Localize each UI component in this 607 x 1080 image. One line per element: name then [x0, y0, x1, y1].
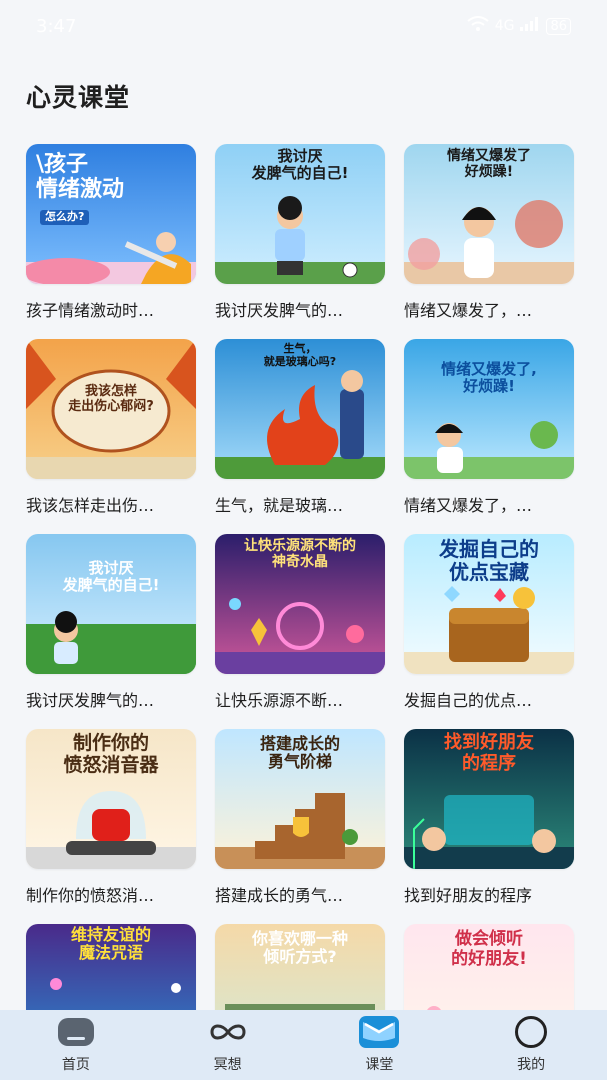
course-card[interactable]: \孩子 情绪激动 怎么办? 孩子情绪激动时… [26, 144, 196, 339]
course-title: 情绪又爆发了，… [404, 496, 533, 515]
course-card[interactable]: 让快乐源源不断的 神奇水晶让快乐源源不断… [215, 534, 385, 729]
course-title: 发掘自己的优点… [404, 691, 533, 710]
tab-meditation[interactable]: 冥想 [168, 1016, 288, 1074]
tab-profile[interactable]: 我的 [471, 1016, 591, 1074]
page-title: 心灵课堂 [26, 83, 131, 112]
course-title: 我讨厌发脾气的… [26, 691, 155, 710]
course-card[interactable]: 搭建成长的 勇气阶梯搭建成长的勇气… [215, 729, 385, 924]
tab-home[interactable]: 首页 [16, 1016, 136, 1074]
boy-soccer-illustration [215, 144, 385, 284]
course-thumbnail: 找到好朋友 的程序 [404, 729, 574, 869]
network-label: 4G [494, 18, 515, 34]
wifi-icon [467, 16, 489, 36]
girl-garden-illustration [404, 339, 574, 479]
autumn-leaves-illustration [26, 339, 196, 479]
status-indicators: 4G 86 [467, 16, 571, 36]
tab-meditation-label: 冥想 [213, 1057, 242, 1073]
course-grid: \孩子 情绪激动 怎么办? 孩子情绪激动时… 我讨厌 发脾气的自己! 我讨厌发脾气的… 情… [26, 144, 578, 1080]
course-thumbnail: 制作你的 愤怒消音器 [26, 729, 196, 869]
status-time: 3:47 [36, 16, 77, 37]
course-card[interactable]: 我该怎样 走出伤心郁闷? 我该怎样走出伤… [26, 339, 196, 534]
course-thumbnail: \孩子 情绪激动 怎么办? [26, 144, 196, 284]
profile-icon [511, 1016, 551, 1048]
course-card[interactable]: 我讨厌 发脾气的自己! 我讨厌发脾气的… [26, 534, 196, 729]
course-card[interactable]: 我讨厌 发脾气的自己! 我讨厌发脾气的… [215, 144, 385, 339]
stairs-shield-illustration [215, 729, 385, 869]
course-card[interactable]: 制作你的 愤怒消音器制作你的愤怒消… [26, 729, 196, 924]
fire-flower-illustration [215, 339, 385, 479]
course-card[interactable]: 情绪又爆发了 好烦躁! 情绪又爆发了，… [404, 144, 574, 339]
status-bar: 3:47 4G 86 [0, 0, 607, 58]
course-thumbnail: 我该怎样 走出伤心郁闷? [26, 339, 196, 479]
course-thumbnail: 让快乐源源不断的 神奇水晶 [215, 534, 385, 674]
course-thumbnail: 情绪又爆发了 好烦躁! [404, 144, 574, 284]
tab-profile-label: 我的 [517, 1057, 546, 1073]
red-siren-illustration [26, 729, 196, 869]
course-title: 让快乐源源不断… [215, 691, 344, 710]
classroom-icon [359, 1016, 400, 1048]
infinity-icon [208, 1016, 248, 1048]
girl-monsters-illustration [404, 144, 574, 284]
course-thumbnail: 发掘自己的 优点宝藏 [404, 534, 574, 674]
course-title: 我该怎样走出伤… [26, 496, 155, 515]
course-card[interactable]: 找到好朋友 的程序找到好朋友的程序 [404, 729, 574, 924]
course-title: 制作你的愤怒消… [26, 886, 155, 905]
bottom-tab-bar: 首页 冥想 课堂 我的 [0, 1010, 607, 1080]
course-card[interactable]: 发掘自己的 优点宝藏发掘自己的优点… [404, 534, 574, 729]
course-thumbnail: 生气， 就是玻璃心吗? [215, 339, 385, 479]
kids-computer-illustration [404, 729, 574, 869]
upset-child-illustration [26, 144, 196, 284]
course-thumbnail: 我讨厌 发脾气的自己! [26, 534, 196, 674]
course-title: 我讨厌发脾气的… [215, 301, 344, 320]
home-icon [56, 1016, 96, 1048]
tab-home-label: 首页 [61, 1057, 90, 1073]
course-title: 搭建成长的勇气… [215, 886, 344, 905]
course-card[interactable]: 情绪又爆发了, 好烦躁! 情绪又爆发了，… [404, 339, 574, 534]
treasure-chest-illustration [404, 534, 574, 674]
boy-field-illustration [26, 534, 196, 674]
course-title: 找到好朋友的程序 [404, 886, 533, 905]
course-thumbnail: 我讨厌 发脾气的自己! [215, 144, 385, 284]
crystal-magic-illustration [215, 534, 385, 674]
course-title: 情绪又爆发了，… [404, 301, 533, 320]
signal-icon [520, 17, 540, 35]
tab-classroom[interactable]: 课堂 [319, 1016, 439, 1074]
course-title: 孩子情绪激动时… [26, 301, 155, 320]
course-title: 生气，就是玻璃… [215, 496, 344, 515]
course-thumbnail: 搭建成长的 勇气阶梯 [215, 729, 385, 869]
battery-icon: 86 [546, 17, 571, 35]
course-card[interactable]: 生气， 就是玻璃心吗? 生气，就是玻璃… [215, 339, 385, 534]
tab-classroom-label: 课堂 [365, 1057, 394, 1073]
course-thumbnail: 情绪又爆发了, 好烦躁! [404, 339, 574, 479]
